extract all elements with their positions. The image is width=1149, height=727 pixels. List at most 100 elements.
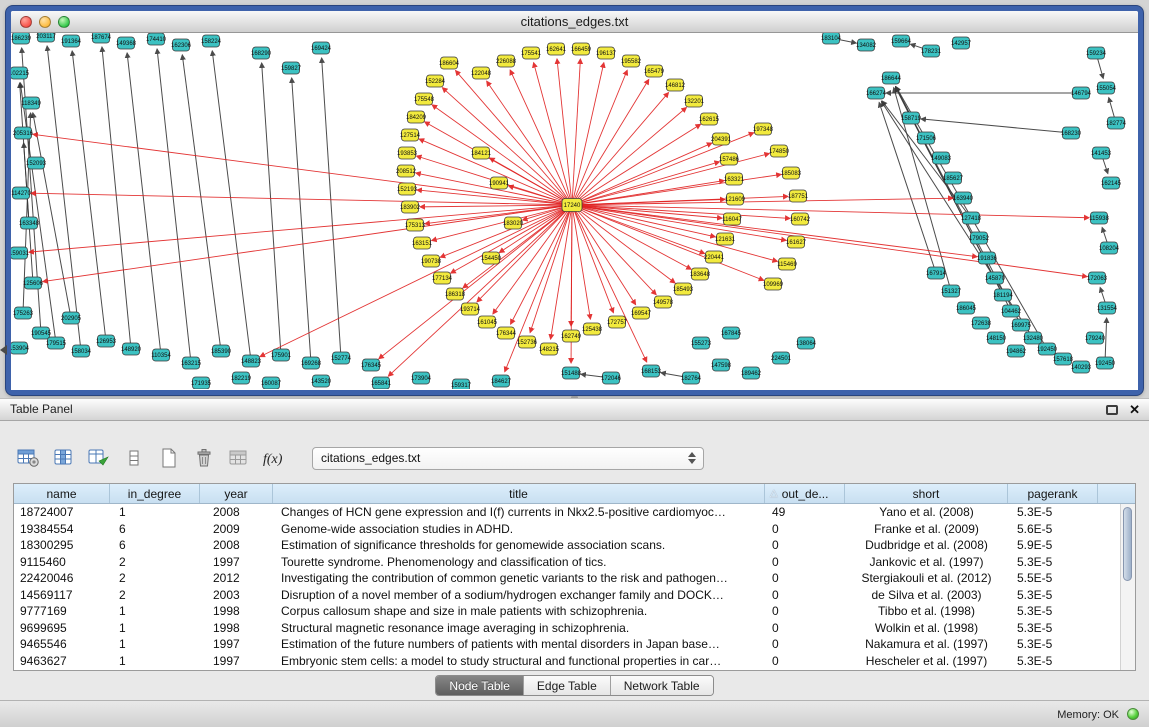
cell-short[interactable]: Jankovic et al. (1997) xyxy=(845,554,1008,571)
cell-pagerank[interactable]: 5.3E-5 xyxy=(1008,620,1098,637)
cell-in_degree[interactable]: 2 xyxy=(110,554,200,571)
column-header-out_degree[interactable]: △out_de... xyxy=(765,484,845,503)
network-node[interactable]: 155054 xyxy=(1096,82,1117,94)
network-node[interactable]: 186644 xyxy=(881,72,902,84)
network-node[interactable]: 183902 xyxy=(400,201,421,213)
network-node[interactable]: 192450 xyxy=(1095,357,1116,369)
cell-in_degree[interactable]: 2 xyxy=(110,570,200,587)
network-node[interactable]: 155273 xyxy=(691,337,712,349)
network-node[interactable]: 162749 xyxy=(561,330,582,342)
cell-out_degree[interactable]: 49 xyxy=(765,504,845,521)
network-node[interactable]: 168153 xyxy=(641,365,662,377)
network-node[interactable]: 169547 xyxy=(631,307,652,319)
network-node[interactable]: 118349 xyxy=(21,97,41,109)
column-header-in_degree[interactable]: in_degree xyxy=(110,484,200,503)
network-node[interactable]: 174850 xyxy=(769,145,790,157)
network-edge[interactable] xyxy=(262,63,281,355)
cell-year[interactable]: 1998 xyxy=(200,603,273,620)
network-node[interactable]: 178231 xyxy=(921,45,942,57)
cell-short[interactable]: de Silva et al. (2003) xyxy=(845,587,1008,604)
cell-title[interactable]: Embryonic stem cells: a model to study s… xyxy=(273,653,765,670)
cell-short[interactable]: Hescheler et al. (1997) xyxy=(845,653,1008,670)
network-edge[interactable] xyxy=(72,51,106,341)
network-node[interactable]: 158224 xyxy=(201,35,222,47)
cell-in_degree[interactable]: 6 xyxy=(110,521,200,538)
table-selector-dropdown[interactable]: citations_edges.txt xyxy=(312,447,704,470)
network-node[interactable]: 153904 xyxy=(11,342,30,354)
cell-out_degree[interactable]: 0 xyxy=(765,636,845,653)
scrollbar-thumb[interactable] xyxy=(1123,507,1132,581)
network-node[interactable]: 131554 xyxy=(1097,302,1118,314)
network-node[interactable]: 185083 xyxy=(781,167,802,179)
network-node[interactable]: 163940 xyxy=(953,192,974,204)
network-edge[interactable] xyxy=(157,49,191,363)
panel-collapse-arrow-icon[interactable] xyxy=(0,345,7,355)
cell-year[interactable]: 1997 xyxy=(200,636,273,653)
network-edge[interactable] xyxy=(182,55,221,351)
network-node[interactable]: 167845 xyxy=(721,327,742,339)
network-node[interactable]: 148215 xyxy=(539,343,560,355)
cell-out_degree[interactable]: 0 xyxy=(765,620,845,637)
cell-year[interactable]: 2003 xyxy=(200,587,273,604)
new-table-icon[interactable] xyxy=(156,446,182,470)
network-node[interactable]: 179515 xyxy=(46,337,67,349)
network-node[interactable]: 145870 xyxy=(985,272,1006,284)
network-node[interactable]: 169424 xyxy=(311,42,332,54)
table-row[interactable]: 1938455462009Genome-wide association stu… xyxy=(14,521,1135,538)
network-edge[interactable] xyxy=(572,198,953,205)
network-node[interactable]: 159827 xyxy=(281,62,302,74)
cell-out_degree[interactable]: 0 xyxy=(765,537,845,554)
network-node[interactable]: 175313 xyxy=(405,219,426,231)
close-window-button[interactable] xyxy=(20,16,32,28)
cell-pagerank[interactable]: 5.5E-5 xyxy=(1008,570,1098,587)
network-node[interactable]: 183648 xyxy=(690,268,711,280)
network-edge[interactable] xyxy=(572,59,580,205)
network-node[interactable]: 171506 xyxy=(916,132,937,144)
cell-out_degree[interactable]: 0 xyxy=(765,603,845,620)
network-node[interactable]: 186604 xyxy=(439,57,460,69)
network-node[interactable]: 147598 xyxy=(711,359,732,371)
network-node[interactable]: 110354 xyxy=(151,349,171,361)
network-node[interactable]: 172063 xyxy=(1087,272,1108,284)
network-node[interactable]: 193853 xyxy=(397,147,418,159)
network-node[interactable]: 191364 xyxy=(61,35,82,47)
network-edge[interactable] xyxy=(20,83,56,343)
network-node[interactable]: 126953 xyxy=(96,335,117,347)
column-header-year[interactable]: year xyxy=(200,484,273,503)
cell-in_degree[interactable]: 1 xyxy=(110,620,200,637)
minimize-window-button[interactable] xyxy=(39,16,51,28)
network-node[interactable]: 182219 xyxy=(231,372,252,384)
network-node[interactable]: 175263 xyxy=(13,307,34,319)
cell-pagerank[interactable]: 5.9E-5 xyxy=(1008,537,1098,554)
network-node[interactable]: 186318 xyxy=(445,288,466,300)
import-table-icon[interactable] xyxy=(226,446,252,470)
network-node[interactable]: 179240 xyxy=(1085,332,1106,344)
network-edge[interactable] xyxy=(557,59,572,205)
cell-pagerank[interactable]: 5.3E-5 xyxy=(1008,636,1098,653)
network-node[interactable]: 208512 xyxy=(396,165,417,177)
network-node[interactable]: 160742 xyxy=(790,213,811,225)
column-header-name[interactable]: name xyxy=(14,484,110,503)
column-header-title[interactable]: title xyxy=(273,484,765,503)
table-panel-titlebar[interactable]: Table Panel ✕ xyxy=(0,398,1149,421)
network-node[interactable]: 162306 xyxy=(171,39,192,51)
cell-in_degree[interactable]: 6 xyxy=(110,537,200,554)
network-node[interactable]: 182764 xyxy=(681,372,702,384)
cell-title[interactable]: Corpus callosum shape and size in male p… xyxy=(273,603,765,620)
cell-title[interactable]: Structural magnetic resonance image aver… xyxy=(273,620,765,637)
column-header-short[interactable]: short xyxy=(845,484,1008,503)
network-edge[interactable] xyxy=(881,101,1033,338)
cell-name[interactable]: 9777169 xyxy=(14,603,110,620)
network-node[interactable]: 202905 xyxy=(61,312,82,324)
network-node[interactable]: 191836 xyxy=(977,252,998,264)
network-node[interactable]: 172046 xyxy=(601,372,622,384)
network-node[interactable]: 197348 xyxy=(753,123,774,135)
network-node[interactable]: 152093 xyxy=(26,157,47,169)
delete-table-icon[interactable] xyxy=(191,446,217,470)
network-node[interactable]: 121631 xyxy=(715,233,736,245)
network-node[interactable]: 187751 xyxy=(788,190,809,202)
cell-year[interactable]: 2008 xyxy=(200,537,273,554)
network-node[interactable]: 185390 xyxy=(211,345,232,357)
network-node[interactable]: 159234 xyxy=(1086,47,1107,59)
network-node[interactable]: 166459 xyxy=(571,43,592,55)
